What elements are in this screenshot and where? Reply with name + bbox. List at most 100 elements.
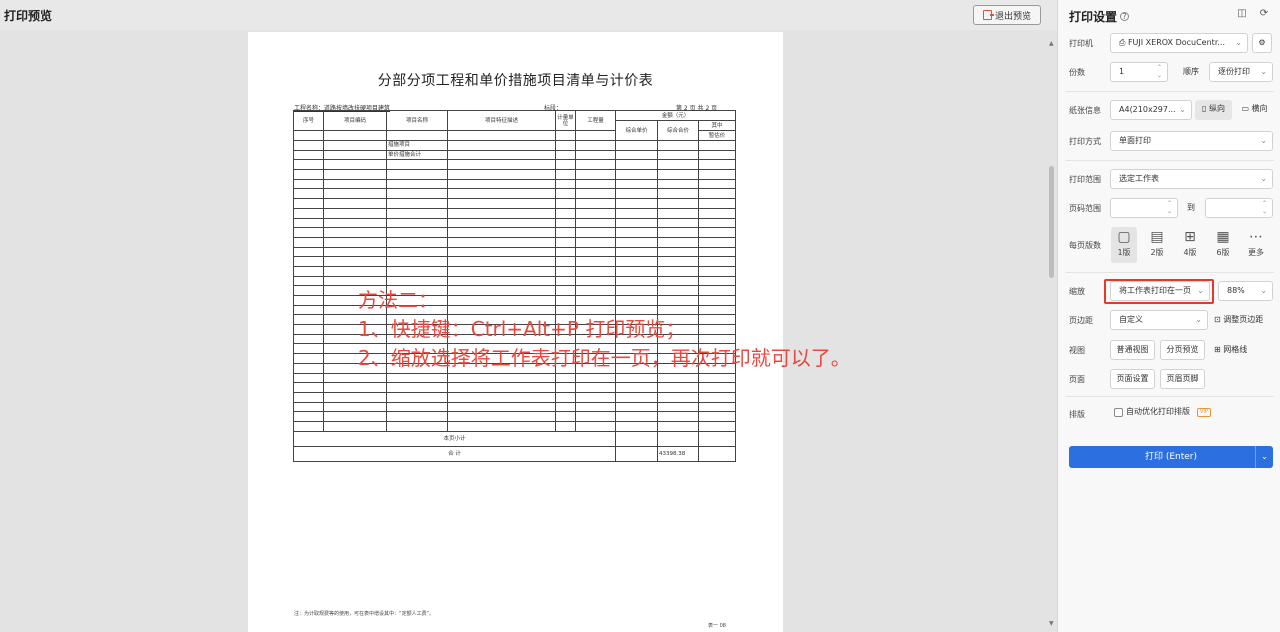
table-cell [575,401,616,413]
printer-settings-button[interactable]: ⚙ [1252,33,1272,53]
help-icon[interactable]: ? [1120,12,1130,21]
per-page-more[interactable]: ⋯ 更多 [1243,227,1269,263]
margin-select[interactable]: 自定义 ⌄ [1110,310,1208,330]
table-cell [293,198,324,209]
table-cell [575,236,616,248]
vertical-scrollbar[interactable]: ▲ ▼ [1047,30,1055,632]
table-cell [615,188,658,200]
table-cell [323,198,387,209]
scroll-up-icon[interactable]: ▲ [1049,40,1054,47]
portrait-button[interactable]: ▯ 纵向 [1195,100,1232,120]
per-page-option-4[interactable]: ⊞ 4版 [1177,227,1203,263]
table-cell [698,275,736,287]
per-page-option-1[interactable]: ▢ 1版 [1111,227,1137,263]
table-cell [293,227,324,238]
table-cell [698,324,736,335]
stepper-arrows-icon[interactable]: ⌃ ⌄ [1167,200,1172,216]
table-cell [323,236,387,248]
table-cell [657,227,699,238]
table-cell [447,411,556,422]
table-cell [555,246,576,258]
landscape-button[interactable]: ▭ 横向 [1236,100,1273,120]
exit-preview-label: 退出预览 [994,11,1031,22]
table-cell [386,420,448,432]
chevron-down-icon[interactable]: ⌄ [1255,446,1273,468]
table-cell [575,275,616,287]
total-value: 43398.38 [657,445,699,462]
table-cell [323,382,387,393]
range-select[interactable]: 选定工作表 ⌄ [1110,169,1273,189]
table-cell [615,372,658,384]
table-cell [447,265,556,277]
table-cell [575,411,616,422]
portrait-label: 纵向 [1208,104,1225,113]
table-cell [698,178,736,190]
paper-select[interactable]: A4(210x297... ⌄ [1110,100,1192,120]
table-cell [657,207,699,219]
table-cell [386,227,448,238]
page-setup-button[interactable]: 页面设置 [1110,369,1155,389]
exit-preview-button[interactable]: 退出预览 [973,5,1041,25]
table-cell [447,178,556,190]
table-cell [555,188,576,200]
table-cell [447,401,556,413]
stepper-arrows-icon[interactable]: ⌃ ⌄ [1157,64,1162,80]
table-cell [698,188,736,200]
table-cell [575,207,616,219]
table-cell [555,198,576,209]
table-cell [386,372,448,384]
page-range-from[interactable]: ⌃ ⌄ [1110,198,1178,218]
copies-stepper[interactable]: 1 ⌃ ⌄ [1110,62,1168,82]
normal-view-button[interactable]: 普通视图 [1110,340,1155,360]
page-range-to[interactable]: ⌃ ⌄ [1205,198,1273,218]
table-cell [698,227,736,238]
table-cell [575,188,616,200]
table-cell [293,285,324,296]
print-button[interactable]: 打印 (Enter) ⌄ [1069,446,1273,468]
scroll-down-icon[interactable]: ▼ [1049,620,1054,627]
portrait-icon: ▯ [1202,104,1207,113]
mode-select[interactable]: 单面打印 ⌄ [1110,131,1273,151]
table-cell [323,411,387,422]
auto-optimize-label[interactable]: 自动优化打印排版 [1126,402,1190,422]
per-page-option-2[interactable]: ▤ 2版 [1144,227,1170,263]
order-select[interactable]: 逐份打印 ⌄ [1209,62,1273,82]
dock-icon[interactable]: ◫ [1236,8,1248,20]
exit-icon [982,10,994,20]
table-cell [293,353,324,364]
table-cell [615,227,658,238]
table-cell [657,178,699,190]
stepper-arrows-icon[interactable]: ⌃ ⌄ [1262,200,1267,216]
table-cell [386,391,448,403]
printer-select[interactable]: ⎙ FUJI XEROX DocuCentr... ⌄ [1110,33,1248,53]
zoom-percent-select[interactable]: 88% ⌄ [1218,281,1273,301]
more-icon: ⋯ [1249,229,1263,245]
header-code: 项目编码 [323,110,387,131]
table-row [293,411,736,422]
table-cell [615,178,658,190]
table-row [293,391,736,403]
table-cell [447,188,556,200]
table-cell [575,382,616,393]
scrollbar-thumb[interactable] [1049,166,1054,278]
table-cell [615,140,658,151]
table-cell [293,391,324,403]
table-cell [386,256,448,267]
adjust-margin-button[interactable]: ⊡ 调整页边距 [1214,310,1263,330]
table-cell [657,411,699,422]
per-page-option-6[interactable]: ▦ 6版 [1210,227,1236,263]
gridlines-toggle[interactable]: ⊞ 网格线 [1214,340,1247,360]
auto-optimize-checkbox[interactable] [1114,408,1123,417]
table-cell [293,362,324,374]
table-cell [657,382,699,393]
range-value: 选定工作表 [1119,174,1159,183]
table-cell [555,149,576,161]
table-cell [447,236,556,248]
table-cell [293,314,324,326]
header-footer-button[interactable]: 页眉页脚 [1160,369,1205,389]
table-cell [615,382,658,393]
page-break-view-button[interactable]: 分页预览 [1160,340,1205,360]
pin-icon[interactable]: ⟳ [1258,8,1270,20]
table-cell [386,411,448,422]
table-cell [323,256,387,267]
